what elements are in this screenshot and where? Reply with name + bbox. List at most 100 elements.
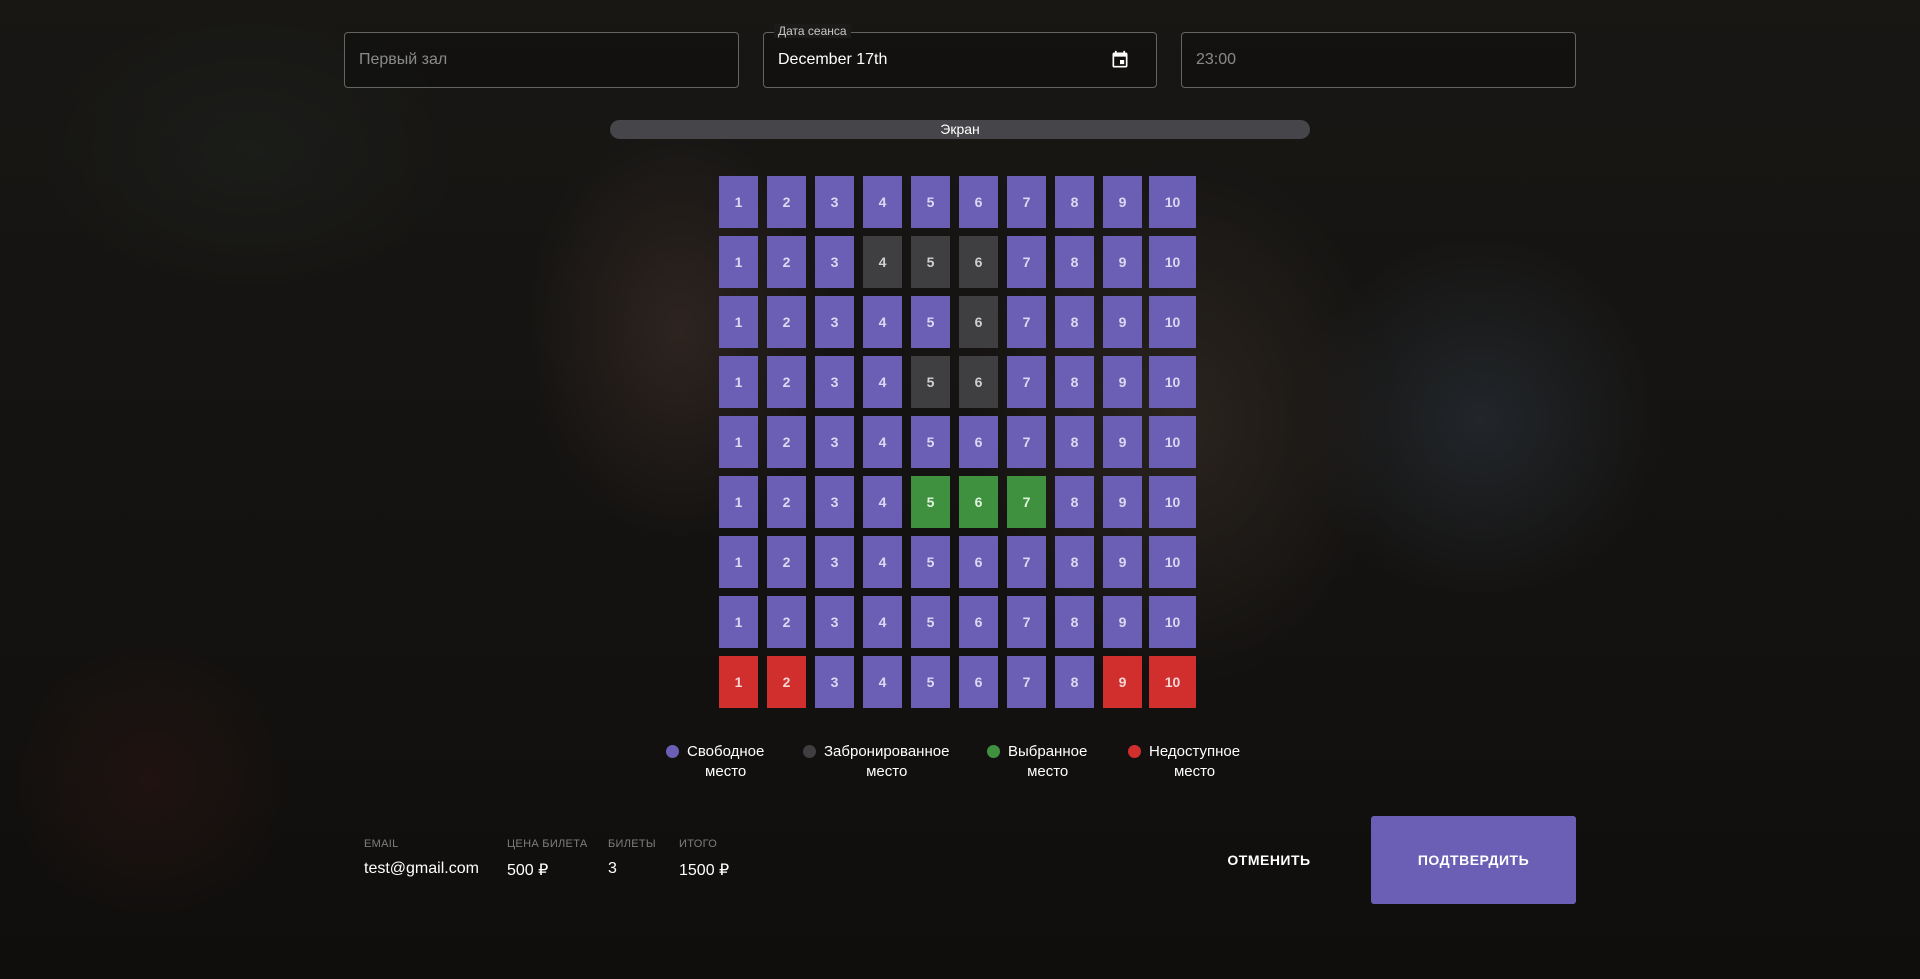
seat-row8-8[interactable]: 8 <box>1055 596 1094 648</box>
seat-row6-8[interactable]: 8 <box>1055 476 1094 528</box>
seat-row7-2[interactable]: 2 <box>767 536 806 588</box>
seat-row7-4[interactable]: 4 <box>863 536 902 588</box>
calendar-icon[interactable] <box>1110 50 1130 70</box>
seat-row7-5[interactable]: 5 <box>911 536 950 588</box>
seat-row8-3[interactable]: 3 <box>815 596 854 648</box>
legend-selected-dot <box>987 745 1000 758</box>
confirm-button[interactable]: ПОДТВЕРДИТЬ <box>1371 816 1576 904</box>
seat-row5-7[interactable]: 7 <box>1007 416 1046 468</box>
seat-row1-3[interactable]: 3 <box>815 176 854 228</box>
legend-selected: Выбранное место <box>987 742 1087 782</box>
seat-row8-4[interactable]: 4 <box>863 596 902 648</box>
seat-row2-7[interactable]: 7 <box>1007 236 1046 288</box>
seat-row4-6: 6 <box>959 356 998 408</box>
seat-row2-8[interactable]: 8 <box>1055 236 1094 288</box>
seat-row1-4[interactable]: 4 <box>863 176 902 228</box>
seat-row2-10[interactable]: 10 <box>1149 236 1196 288</box>
seat-row1-8[interactable]: 8 <box>1055 176 1094 228</box>
seat-row4-8[interactable]: 8 <box>1055 356 1094 408</box>
seat-row5-4[interactable]: 4 <box>863 416 902 468</box>
seat-row6-6[interactable]: 6 <box>959 476 998 528</box>
seat-row3-5[interactable]: 5 <box>911 296 950 348</box>
seat-row1-6[interactable]: 6 <box>959 176 998 228</box>
seat-row7-10[interactable]: 10 <box>1149 536 1196 588</box>
seat-row3-3[interactable]: 3 <box>815 296 854 348</box>
seat-row7-8[interactable]: 8 <box>1055 536 1094 588</box>
seat-row3-8[interactable]: 8 <box>1055 296 1094 348</box>
seat-row5-6[interactable]: 6 <box>959 416 998 468</box>
seat-row1-5[interactable]: 5 <box>911 176 950 228</box>
seat-row7-7[interactable]: 7 <box>1007 536 1046 588</box>
legend-free-dot <box>666 745 679 758</box>
seat-row3-4[interactable]: 4 <box>863 296 902 348</box>
seat-row4-7[interactable]: 7 <box>1007 356 1046 408</box>
legend-booked-line1: Забронированное <box>824 743 950 760</box>
summary-email-value: test@gmail.com <box>364 860 479 877</box>
seat-row9-8[interactable]: 8 <box>1055 656 1094 708</box>
seat-row5-3[interactable]: 3 <box>815 416 854 468</box>
seat-row8-2[interactable]: 2 <box>767 596 806 648</box>
session-time-select[interactable]: 23:00 <box>1181 32 1576 88</box>
seat-row1-9[interactable]: 9 <box>1103 176 1142 228</box>
seat-row4-10[interactable]: 10 <box>1149 356 1196 408</box>
seat-row2-5: 5 <box>911 236 950 288</box>
seat-row4-9[interactable]: 9 <box>1103 356 1142 408</box>
seat-row6-1[interactable]: 1 <box>719 476 758 528</box>
seat-row1-1[interactable]: 1 <box>719 176 758 228</box>
seat-row9-3[interactable]: 3 <box>815 656 854 708</box>
seat-row5-8[interactable]: 8 <box>1055 416 1094 468</box>
seat-row8-7[interactable]: 7 <box>1007 596 1046 648</box>
seat-row8-10[interactable]: 10 <box>1149 596 1196 648</box>
legend-selected-line2: место <box>1027 763 1069 780</box>
seat-row1-7[interactable]: 7 <box>1007 176 1046 228</box>
seat-row3-1[interactable]: 1 <box>719 296 758 348</box>
seat-row1-10[interactable]: 10 <box>1149 176 1196 228</box>
seat-row9-4[interactable]: 4 <box>863 656 902 708</box>
seat-row6-10[interactable]: 10 <box>1149 476 1196 528</box>
seat-row2-2[interactable]: 2 <box>767 236 806 288</box>
seat-row3-2[interactable]: 2 <box>767 296 806 348</box>
seat-row6-9[interactable]: 9 <box>1103 476 1142 528</box>
seat-row3-7[interactable]: 7 <box>1007 296 1046 348</box>
cinema-screen-label: Экран <box>940 121 980 137</box>
seat-row7-9[interactable]: 9 <box>1103 536 1142 588</box>
seat-grid: 1 2 3 4 5 6 7 8 9 10 1 2 3 4 5 6 7 8 9 10 1 2 3 4 5 6 7 8 9 10 1 2 3 4 5 6 7… <box>719 176 1196 708</box>
seat-row2-6: 6 <box>959 236 998 288</box>
seat-row9-6[interactable]: 6 <box>959 656 998 708</box>
seat-row3-9[interactable]: 9 <box>1103 296 1142 348</box>
seat-row7-1[interactable]: 1 <box>719 536 758 588</box>
legend-unavailable-line1: Недоступное <box>1149 743 1241 760</box>
seat-row9-7[interactable]: 7 <box>1007 656 1046 708</box>
seat-row8-5[interactable]: 5 <box>911 596 950 648</box>
hall-select[interactable]: Первый зал <box>344 32 739 88</box>
seat-row1-2[interactable]: 2 <box>767 176 806 228</box>
seat-row2-3[interactable]: 3 <box>815 236 854 288</box>
cancel-button[interactable]: ОТМЕНИТЬ <box>1214 835 1324 885</box>
seat-row6-5[interactable]: 5 <box>911 476 950 528</box>
seat-row4-1[interactable]: 1 <box>719 356 758 408</box>
seat-row5-5[interactable]: 5 <box>911 416 950 468</box>
seat-row8-6[interactable]: 6 <box>959 596 998 648</box>
session-date-field[interactable]: Дата сеанса December 17th <box>763 24 1157 88</box>
seat-row5-9[interactable]: 9 <box>1103 416 1142 468</box>
seat-row5-1[interactable]: 1 <box>719 416 758 468</box>
seat-row5-10[interactable]: 10 <box>1149 416 1196 468</box>
seat-row6-2[interactable]: 2 <box>767 476 806 528</box>
seat-row6-4[interactable]: 4 <box>863 476 902 528</box>
seat-row8-9[interactable]: 9 <box>1103 596 1142 648</box>
seat-row2-1[interactable]: 1 <box>719 236 758 288</box>
seat-row6-7[interactable]: 7 <box>1007 476 1046 528</box>
seat-row3-10[interactable]: 10 <box>1149 296 1196 348</box>
seat-row8-1[interactable]: 1 <box>719 596 758 648</box>
seat-row4-3[interactable]: 3 <box>815 356 854 408</box>
seat-row7-3[interactable]: 3 <box>815 536 854 588</box>
seat-row4-2[interactable]: 2 <box>767 356 806 408</box>
seat-row2-4: 4 <box>863 236 902 288</box>
seat-row9-1: 1 <box>719 656 758 708</box>
seat-row4-4[interactable]: 4 <box>863 356 902 408</box>
seat-row6-3[interactable]: 3 <box>815 476 854 528</box>
seat-row7-6[interactable]: 6 <box>959 536 998 588</box>
seat-row5-2[interactable]: 2 <box>767 416 806 468</box>
seat-row2-9[interactable]: 9 <box>1103 236 1142 288</box>
seat-row9-5[interactable]: 5 <box>911 656 950 708</box>
